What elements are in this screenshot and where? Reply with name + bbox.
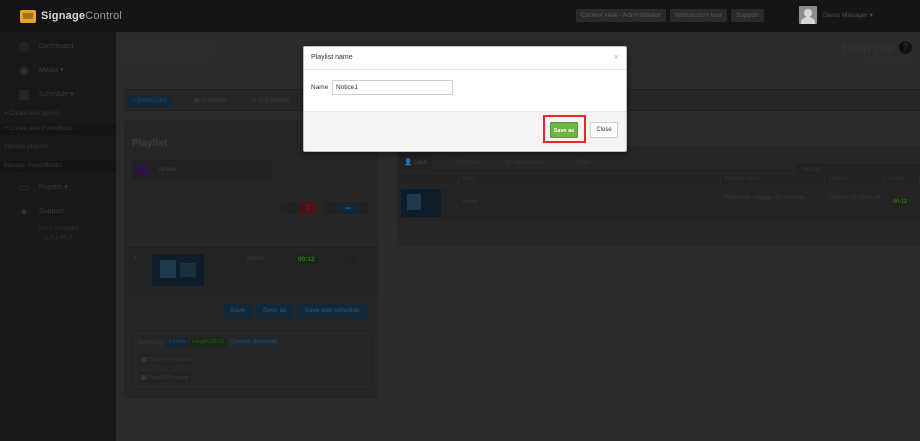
playlist-actions-bottom: Save Save as Save and schedule — [223, 303, 371, 319]
item-number: 1 — [134, 256, 138, 262]
dashboard-icon: ◍ — [18, 39, 30, 53]
modal-header: Playlist name × — [304, 47, 626, 70]
summary-label: Summary: — [137, 339, 165, 346]
logo-text-bold: Signage — [41, 10, 86, 22]
item-name: notice — [247, 256, 264, 262]
page-subtitle: You can edit your playlist here — [124, 55, 204, 61]
help-subtitle: Click to open help — [868, 56, 912, 62]
sidebar-sub-create-playlist[interactable]: + Create new playlist — [0, 109, 116, 120]
support-button[interactable]: Support — [731, 9, 764, 22]
library-row-name: notice — [463, 199, 478, 205]
item-duration: 00:12 — [295, 254, 318, 265]
sidebar-item-dashboard[interactable]: ◍ Dashboard — [0, 34, 116, 58]
save-and-schedule-button-bottom[interactable]: Save and schedule — [297, 303, 367, 319]
sidebar-item-media[interactable]: ◉ Media ▾ — [0, 58, 116, 82]
item-thumbnail[interactable] — [152, 254, 204, 286]
logo-icon — [20, 9, 36, 23]
question-icon: ? — [899, 40, 912, 54]
sidebar: ◍ Dashboard ◉ Media ▾ ▦ Schedule ▾ + Cre… — [0, 32, 116, 441]
media-icon: ◉ — [18, 63, 30, 77]
avatar — [799, 6, 817, 24]
col-template[interactable]: Template name — [721, 174, 825, 184]
sidebar-item-players[interactable]: ▭ Players ▾ — [0, 175, 116, 199]
library-row-created: 2016-07-15 15:51:24 — [829, 195, 881, 201]
library-table-header: Name Template name Created Length — [399, 174, 920, 184]
help-button[interactable]: Help me ? — [842, 39, 912, 55]
horizontal-icon[interactable]: ▬ — [339, 204, 357, 212]
save-button-bottom[interactable]: Save — [223, 303, 252, 319]
logo-text-light: Control — [85, 10, 123, 22]
sidebar-sub-manage-powerblocks[interactable]: Manage PowerBlocks — [0, 161, 116, 172]
page-title: ☰ Edit playlist Notice — [124, 40, 258, 56]
list-view-icon[interactable]: ☰ — [299, 202, 317, 214]
calendar-icon: ▦ — [18, 87, 30, 101]
sidebar-item-support[interactable]: ● Support — [0, 199, 116, 223]
summary-content-badge: Content: Horizontal — [228, 338, 280, 347]
media-library: 👤 Own ⚇ Formats ◎ Newsletter ○ Other Sea… — [397, 146, 920, 246]
library-row-template: Fullscreen - Image - 12 seconds — [725, 195, 804, 201]
library-row[interactable]: notice Fullscreen - Image - 12 seconds 2… — [399, 186, 920, 220]
tab-other[interactable]: ○ Other — [563, 154, 595, 171]
view-toggle[interactable]: ☰ — [281, 202, 317, 214]
save-as-button-bottom[interactable]: Save as — [255, 303, 294, 319]
highlight-modal-save-as — [543, 115, 586, 143]
sidebar-user-name: Demo Manager — [37, 226, 79, 232]
sidebar-version: v. 3.1.46.1 — [44, 235, 72, 241]
breadcrumb-edit-playlist[interactable]: ✎ Edit playlist — [248, 96, 293, 107]
info-icon: ● — [20, 204, 28, 218]
name-label: Name — [311, 84, 329, 91]
tab-newsletter[interactable]: ◎ Newsletter — [501, 154, 549, 171]
user-menu[interactable]: Demo Manager ▾ — [799, 6, 873, 24]
introduction-tour-button[interactable]: Introduction tour — [670, 9, 728, 22]
top-nav: Current view - Administrator Introductio… — [572, 9, 764, 22]
pdf-export-button[interactable]: New PDF export — [138, 354, 194, 365]
players-icon: ▭ — [18, 180, 30, 194]
summary-length-badge: Length 00:12 — [190, 338, 227, 347]
playlist-item[interactable]: 1 notice 00:12 ... — [125, 247, 377, 295]
modal-title: Playlist name — [311, 54, 353, 61]
printer-icon — [141, 357, 147, 362]
playlist-panel: Playlist Notice ☰ ▬ Save Save as Save an… — [124, 121, 378, 398]
page-title-name: Notice — [214, 40, 258, 56]
playlist-summary: Summary: 1 items Length 00:12 Content: H… — [132, 330, 372, 390]
summary-items-badge: 1 items — [166, 338, 189, 347]
item-menu-button[interactable]: ... — [343, 254, 357, 265]
col-name[interactable]: Name — [459, 174, 721, 184]
library-thumbnail[interactable] — [401, 189, 441, 217]
col-length[interactable]: Length — [885, 174, 920, 184]
col-created[interactable]: Created — [825, 174, 885, 184]
close-icon[interactable]: × — [614, 52, 619, 62]
modal-close-button[interactable]: Close — [590, 122, 618, 138]
library-tabs: 👤 Own ⚇ Formats ◎ Newsletter ○ Other Sea… — [397, 154, 920, 177]
playlist-name-input[interactable] — [332, 80, 453, 95]
current-view-button[interactable]: Current view - Administrator — [576, 9, 667, 22]
tab-own[interactable]: 👤 Own — [399, 154, 433, 171]
playlist-name-row[interactable]: Notice — [132, 160, 272, 180]
breadcrumb-dashboard[interactable]: ⌂ Dashboard — [128, 96, 171, 107]
zip-export-button[interactable]: New ZIP export — [138, 372, 191, 383]
top-navbar: SignageControl Current view - Administra… — [0, 0, 920, 32]
playlist-title: Playlist — [132, 138, 168, 149]
orientation-toggle[interactable]: ▬ — [325, 202, 369, 214]
library-row-length: 00:12 — [891, 199, 910, 206]
list-icon: ☰ — [124, 41, 135, 55]
tab-formats[interactable]: ⚇ Formats — [445, 154, 486, 171]
sidebar-sub-create-powerblock[interactable]: + Create new PowerBlock — [0, 124, 116, 135]
breadcrumb-schedule[interactable]: ▦ Schedule — [190, 96, 230, 107]
app-logo[interactable]: SignageControl — [20, 9, 122, 23]
color-swatch[interactable] — [135, 164, 149, 176]
archive-icon — [141, 375, 147, 380]
playlist-name: Notice — [159, 167, 177, 173]
sidebar-sub-manage-playlists[interactable]: Manage playlists — [0, 142, 116, 153]
user-name: Demo Manager ▾ — [823, 12, 873, 19]
sidebar-item-schedule[interactable]: ▦ Schedule ▾ — [0, 82, 116, 106]
